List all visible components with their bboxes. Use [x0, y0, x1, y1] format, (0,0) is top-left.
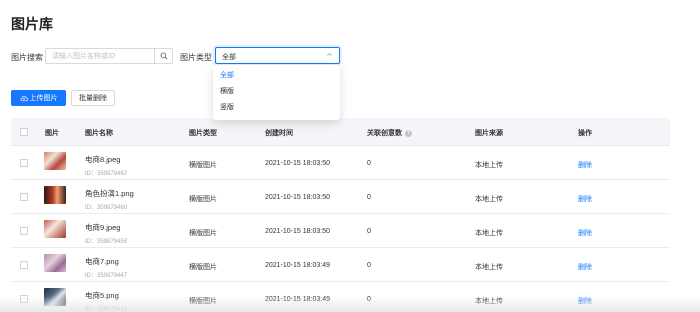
- chevron-up-icon: [326, 51, 333, 60]
- created-time: 2021-10-15 18:03:50: [265, 194, 330, 201]
- row-checkbox[interactable]: [20, 193, 28, 201]
- row-checkbox[interactable]: [20, 227, 28, 235]
- delete-link[interactable]: 删除: [578, 262, 592, 272]
- table-row: 电商8.jpeg ID：359879462 横版图片 2021-10-15 18…: [11, 146, 670, 180]
- delete-link[interactable]: 删除: [578, 228, 592, 238]
- search-icon: [160, 52, 168, 60]
- col-action: 操作: [578, 130, 592, 137]
- col-type: 图片类型: [189, 130, 217, 137]
- image-table: 图片 图片名称 图片类型 创建时间 关联创意数 ? 图片来源 操作 电商8.jp…: [11, 118, 670, 312]
- image-name: 角色扮演1.png: [85, 189, 134, 198]
- row-checkbox[interactable]: [20, 295, 28, 303]
- type-option-all[interactable]: 全部: [213, 68, 340, 84]
- image-source: 本地上传: [475, 196, 503, 203]
- batch-delete-button[interactable]: 批量删除: [71, 90, 115, 106]
- image-name: 电商9.jpeg: [85, 223, 121, 232]
- created-time: 2021-10-15 18:03:50: [265, 228, 330, 235]
- image-source: 本地上传: [475, 298, 503, 305]
- col-created: 创建时间: [265, 130, 293, 137]
- image-source: 本地上传: [475, 162, 503, 169]
- col-name: 图片名称: [85, 130, 113, 137]
- image-id: ID：359879462: [85, 171, 128, 177]
- table-row: 电商7.png ID：359879447 横版图片 2021-10-15 18:…: [11, 248, 670, 282]
- search-button[interactable]: [154, 49, 172, 63]
- type-select-value: 全部: [222, 54, 236, 61]
- image-source: 本地上传: [475, 230, 503, 237]
- col-image: 图片: [45, 130, 59, 137]
- upload-cloud-icon: [20, 95, 28, 101]
- image-name: 电商7.png: [85, 257, 119, 266]
- image-thumbnail[interactable]: [44, 186, 66, 204]
- created-time: 2021-10-15 18:03:49: [265, 296, 330, 303]
- type-select[interactable]: 全部: [215, 47, 340, 64]
- type-label: 图片类型: [180, 53, 212, 62]
- image-thumbnail[interactable]: [44, 220, 66, 238]
- related-count: 0: [367, 228, 371, 235]
- delete-link[interactable]: 删除: [578, 296, 592, 306]
- col-source: 图片来源: [475, 130, 503, 137]
- image-thumbnail[interactable]: [44, 152, 66, 170]
- upload-button-label: 上传图片: [29, 95, 58, 102]
- page-title: 图片库: [11, 16, 53, 32]
- delete-link[interactable]: 删除: [578, 194, 592, 204]
- search-box: [45, 48, 173, 64]
- image-id: ID：359879447: [85, 273, 128, 279]
- table-row: 电商9.jpeg ID：359879458 横版图片 2021-10-15 18…: [11, 214, 670, 248]
- upload-button[interactable]: 上传图片: [11, 90, 66, 106]
- type-dropdown: 全部 横版 竖版: [213, 65, 340, 120]
- image-type: 横版图片: [189, 162, 217, 169]
- image-type: 横版图片: [189, 230, 217, 237]
- table-row: 电商5.png ID：359879441 横版图片 2021-10-15 18:…: [11, 282, 670, 312]
- related-count: 0: [367, 160, 371, 167]
- image-id: ID：359879460: [85, 205, 128, 211]
- image-type: 横版图片: [189, 264, 217, 271]
- created-time: 2021-10-15 18:03:49: [265, 262, 330, 269]
- image-id: ID：359879458: [85, 239, 128, 245]
- image-name: 电商5.png: [85, 291, 119, 300]
- row-checkbox[interactable]: [20, 159, 28, 167]
- col-related-count: 关联创意数 ?: [367, 128, 412, 138]
- image-source: 本地上传: [475, 264, 503, 271]
- col-related-count-label: 关联创意数: [367, 130, 402, 137]
- related-count: 0: [367, 262, 371, 269]
- type-option-horizontal[interactable]: 横版: [213, 84, 340, 100]
- search-input[interactable]: [46, 49, 154, 63]
- table-row: 角色扮演1.png ID：359879460 横版图片 2021-10-15 1…: [11, 180, 670, 214]
- search-label: 图片搜索: [11, 53, 43, 62]
- help-circle-icon[interactable]: ?: [405, 129, 412, 137]
- related-count: 0: [367, 194, 371, 201]
- image-id: ID：359879441: [85, 307, 128, 312]
- image-thumbnail[interactable]: [44, 288, 66, 306]
- type-option-vertical[interactable]: 竖版: [213, 100, 340, 116]
- select-all-checkbox[interactable]: [20, 128, 28, 136]
- delete-link[interactable]: 删除: [578, 160, 592, 170]
- image-name: 电商8.jpeg: [85, 155, 121, 164]
- image-thumbnail[interactable]: [44, 254, 66, 272]
- row-checkbox[interactable]: [20, 261, 28, 269]
- related-count: 0: [367, 296, 371, 303]
- table-header: 图片 图片名称 图片类型 创建时间 关联创意数 ? 图片来源 操作: [11, 118, 670, 146]
- image-type: 横版图片: [189, 298, 217, 305]
- image-type: 横版图片: [189, 196, 217, 203]
- created-time: 2021-10-15 18:03:50: [265, 160, 330, 167]
